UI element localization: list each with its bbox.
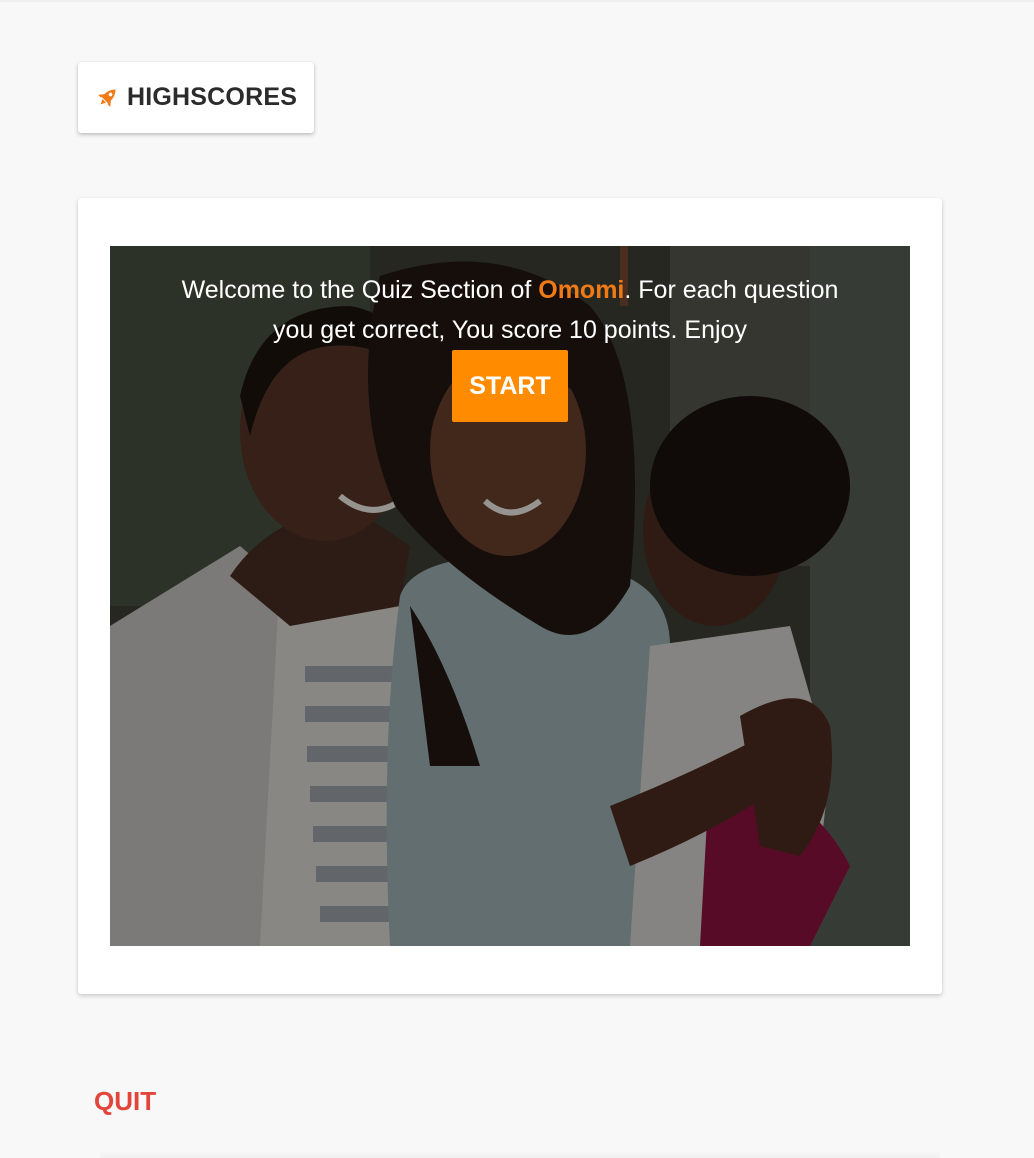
bottom-shadow	[100, 1150, 940, 1158]
top-divider	[0, 0, 1034, 2]
highscores-label: HIGHSCORES	[127, 83, 298, 111]
rocket-icon	[94, 85, 120, 111]
quiz-card: Welcome to the Quiz Section of Omomi. Fo…	[78, 198, 942, 994]
hero-banner: Welcome to the Quiz Section of Omomi. Fo…	[110, 246, 910, 946]
brand-name: Omomi	[538, 276, 625, 304]
welcome-prefix: Welcome to the Quiz Section of	[181, 276, 539, 304]
welcome-text: Welcome to the Quiz Section of Omomi. Fo…	[170, 270, 850, 350]
quit-button[interactable]: QUIT	[94, 1086, 156, 1117]
start-button[interactable]: START	[452, 350, 568, 422]
highscores-button[interactable]: HIGHSCORES	[78, 62, 314, 133]
